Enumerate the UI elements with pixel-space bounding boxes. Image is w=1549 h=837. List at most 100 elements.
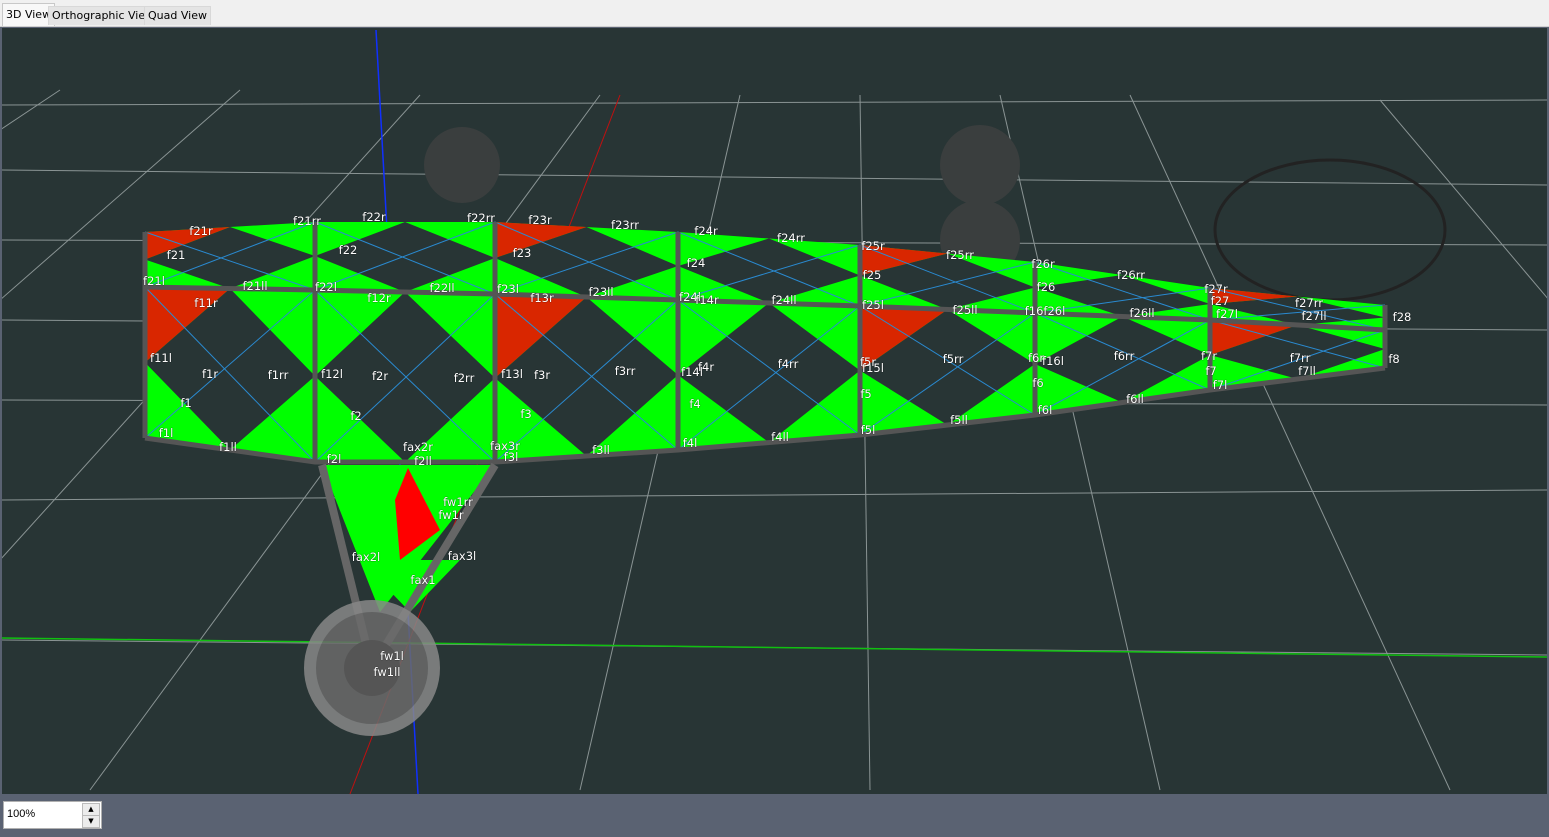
node-label: f4r xyxy=(697,360,715,374)
node-label: f11r xyxy=(194,296,218,310)
node-label: f21 xyxy=(166,248,186,262)
node-label: f27rr xyxy=(1295,296,1323,310)
node-label: f5rr xyxy=(942,352,964,366)
node-label: fw1r xyxy=(438,508,464,522)
node-label: fax1 xyxy=(410,573,436,587)
grid-line xyxy=(999,94,1161,791)
node-label: f5l xyxy=(860,423,876,437)
node-label: f25l xyxy=(862,298,884,312)
node-label: fw1l xyxy=(380,649,404,663)
node-label: f27ll xyxy=(1301,309,1327,323)
node-label: f23r xyxy=(528,213,552,227)
node-label: f16l xyxy=(1042,354,1064,368)
grid-line xyxy=(1129,94,1451,791)
node-label: f25rr xyxy=(946,248,974,262)
node-label: f22r xyxy=(362,210,386,224)
node-label: f14r xyxy=(695,293,719,307)
node-label: f6ll xyxy=(1126,392,1144,406)
node-label: f3ll xyxy=(592,443,610,457)
node-label: f2 xyxy=(350,409,362,423)
node-label: f26r xyxy=(1031,257,1055,271)
grid-line xyxy=(2,169,1547,186)
node-label: fax3r xyxy=(490,439,520,453)
scene-canvas xyxy=(2,29,1547,794)
zoom-down-button[interactable]: ▼ xyxy=(82,815,100,828)
node-label: f22ll xyxy=(429,281,455,295)
node-label: f23rr xyxy=(611,218,639,232)
node-label: f5 xyxy=(860,387,872,401)
node-label: f26ll xyxy=(1129,306,1155,320)
node-label: f22rr xyxy=(467,211,495,225)
node-label: f24ll xyxy=(771,293,797,307)
node-label: f21l xyxy=(143,274,165,288)
y-axis-line xyxy=(2,637,1547,658)
node-label: f1ll xyxy=(219,440,237,454)
node-label: f12r xyxy=(367,291,391,305)
node-label: f21rr xyxy=(293,214,321,228)
node-label: f25r xyxy=(861,239,885,253)
node-label: f3r xyxy=(533,368,551,382)
node-label: f4rr xyxy=(777,357,799,371)
node-label: f2rr xyxy=(453,371,475,385)
node-label: f23 xyxy=(512,246,532,260)
node-label: f24 xyxy=(686,256,706,270)
view-tab-bar: 3D View Orthographic View Quad View xyxy=(0,0,1549,27)
tab-orthographic-view[interactable]: Orthographic View xyxy=(48,6,159,25)
node-label: fw1rr xyxy=(443,495,473,509)
node-label: f12l xyxy=(321,367,343,381)
node-label: f24rr xyxy=(777,231,805,245)
node-label: f25 xyxy=(862,268,882,282)
node-label: f11l xyxy=(150,351,172,365)
node-label: fax2l xyxy=(351,550,381,564)
grid-line xyxy=(2,89,61,130)
node-label: f13r xyxy=(530,291,554,305)
node-label: f4l xyxy=(682,436,698,450)
node-label: fax3l xyxy=(447,549,477,563)
node-label: f23ll xyxy=(588,285,614,299)
node-label: f6rr xyxy=(1113,349,1135,363)
node-label: f28 xyxy=(1392,310,1412,324)
node-label: f27l xyxy=(1216,307,1238,321)
node-label: f22l xyxy=(315,280,337,294)
pilot-figure xyxy=(424,127,500,203)
grid-line xyxy=(1379,99,1547,299)
node-label: f16f26l xyxy=(1024,304,1066,318)
node-label: f27 xyxy=(1210,294,1230,308)
node-label: f26 xyxy=(1036,280,1056,294)
node-label: f7ll xyxy=(1298,364,1316,378)
node-label: f1 xyxy=(180,396,192,410)
tab-quad-view[interactable]: Quad View xyxy=(144,6,211,25)
node-label: f21r xyxy=(189,224,213,238)
node-label: f3rr xyxy=(614,364,636,378)
zoom-input[interactable] xyxy=(4,802,80,826)
node-label: f2r xyxy=(371,369,389,383)
node-label: f2ll xyxy=(414,454,432,468)
node-label: fw1ll xyxy=(373,665,401,679)
node-label: f5r xyxy=(859,355,877,369)
3d-viewport[interactable]: f21r f21rr f22r f22rr f23r f23rr f24r f24rr f25r… xyxy=(2,28,1547,794)
node-label: f7 xyxy=(1205,364,1217,378)
node-label: f13l xyxy=(501,367,523,381)
node-label: f2l xyxy=(326,452,342,466)
node-label: f1rr xyxy=(267,368,289,382)
node-label: f23l xyxy=(497,282,519,296)
grid-line xyxy=(2,99,1547,106)
grid-line xyxy=(859,94,871,791)
node-label: f7r xyxy=(1200,349,1218,363)
engine-outline xyxy=(1213,158,1447,302)
node-label: fax2r xyxy=(403,440,433,454)
node-label: f22 xyxy=(338,243,358,257)
zoom-spinbox[interactable]: ▲ ▼ xyxy=(3,801,102,829)
node-label: f4 xyxy=(689,397,701,411)
node-label: f8 xyxy=(1388,352,1400,366)
node-label: f7l xyxy=(1212,378,1228,392)
node-label: f26rr xyxy=(1117,268,1145,282)
node-label: f3 xyxy=(520,407,532,421)
node-label: f1l xyxy=(158,426,174,440)
node-label: f24r xyxy=(694,224,718,238)
node-label: f4ll xyxy=(771,430,789,444)
node-label: f6l xyxy=(1037,403,1053,417)
node-label: f7rr xyxy=(1289,351,1311,365)
node-label: f1r xyxy=(201,367,219,381)
node-label: f5ll xyxy=(950,413,968,427)
